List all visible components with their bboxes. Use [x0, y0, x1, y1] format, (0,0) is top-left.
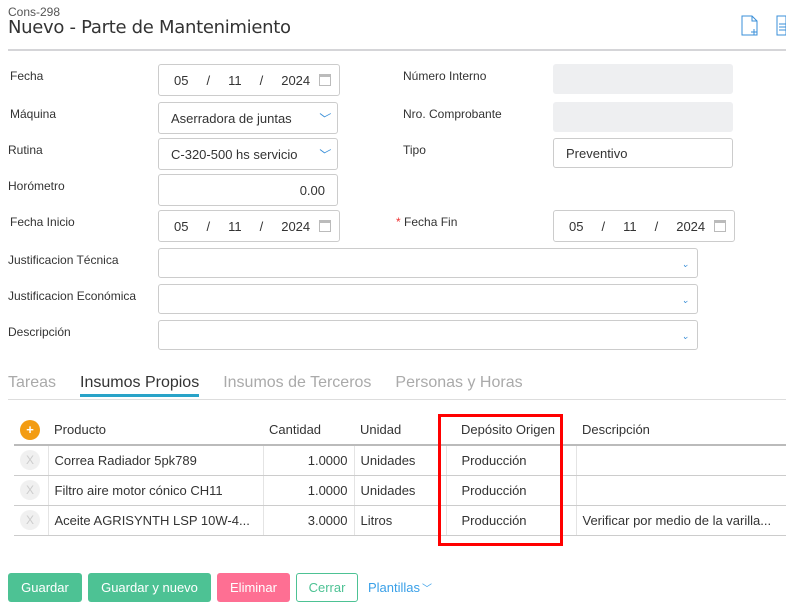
header-divider	[8, 49, 786, 51]
tab-personas-horas[interactable]: Personas y Horas	[395, 374, 522, 397]
sep: /	[206, 72, 211, 88]
cerrar-button[interactable]: Cerrar	[296, 573, 358, 602]
fecha-input[interactable]: 05 / 11 / 2024	[158, 64, 340, 96]
table-header: + Producto Cantidad Unidad Depósito Orig…	[14, 415, 786, 446]
just-economica-label: Justificacion Económica	[8, 289, 137, 303]
cell-cantidad[interactable]: 3.0000	[262, 505, 354, 536]
tab-insumos-propios[interactable]: Insumos Propios	[80, 374, 200, 397]
month: 11	[623, 218, 637, 234]
just-tecnica-label: Justificacion Técnica	[8, 253, 119, 267]
add-row-icon[interactable]: +	[20, 419, 40, 440]
maquina-select[interactable]: Aserradora de juntas ﹀	[158, 102, 338, 134]
fecha-inicio-label: Fecha Inicio	[10, 215, 75, 229]
nro-comprobante-label: Nro. Comprobante	[403, 107, 502, 121]
cell-descripcion[interactable]	[575, 475, 786, 506]
maquina-value: Aserradora de juntas	[171, 110, 292, 126]
just-economica-select[interactable]: ⌄	[158, 284, 698, 314]
new-document-icon[interactable]	[741, 15, 759, 36]
descripcion-select[interactable]: ⌄	[158, 320, 698, 350]
sep: /	[654, 218, 659, 234]
fecha-label: Fecha	[10, 69, 44, 83]
day: 05	[174, 218, 189, 234]
plantillas-label: Plantillas	[368, 580, 421, 595]
chevron-down-icon: ﹀	[316, 112, 329, 126]
required-marker: *	[396, 215, 401, 229]
numero-interno-input[interactable]	[553, 64, 733, 94]
numero-interno-label: Número Interno	[403, 69, 487, 83]
sep: /	[206, 218, 211, 234]
calendar-icon[interactable]	[319, 220, 331, 232]
month: 11	[228, 218, 242, 234]
horometro-input[interactable]: 0.00	[158, 174, 338, 206]
descripcion-label: Descripción	[8, 325, 71, 339]
cell-producto[interactable]: Filtro aire motor cónico CH11	[47, 475, 263, 506]
day: 05	[174, 72, 189, 88]
guardar-button[interactable]: Guardar	[8, 573, 82, 602]
tipo-value: Preventivo	[566, 145, 628, 161]
rutina-value: C-320-500 hs servicio	[171, 146, 298, 162]
col-descripcion: Descripción	[576, 415, 786, 446]
table-row: X Correa Radiador 5pk789 1.0000 Unidades…	[14, 445, 786, 476]
cell-cantidad[interactable]: 1.0000	[262, 475, 354, 506]
cell-cantidad[interactable]: 1.0000	[262, 445, 354, 476]
year: 2024	[281, 218, 311, 234]
tipo-input[interactable]: Preventivo	[553, 138, 733, 168]
cell-producto[interactable]: Aceite AGRISYNTH LSP 10W-4...	[47, 505, 263, 536]
fecha-inicio-input[interactable]: 05 / 11 / 2024	[158, 210, 340, 242]
eliminar-button[interactable]: Eliminar	[217, 573, 290, 602]
highlight-box	[438, 414, 563, 546]
tabs: Tareas Insumos Propios Insumos de Tercer…	[8, 374, 523, 397]
tipo-label: Tipo	[403, 143, 426, 157]
chevron-down-icon: ⌄	[681, 259, 689, 269]
horometro-value: 0.00	[299, 182, 325, 198]
horometro-label: Horómetro	[8, 179, 65, 193]
remove-row-icon[interactable]: X	[20, 480, 40, 500]
just-tecnica-select[interactable]: ⌄	[158, 248, 698, 278]
tab-divider	[8, 399, 786, 400]
chevron-down-icon: ﹀	[316, 148, 329, 162]
cell-producto[interactable]: Correa Radiador 5pk789	[47, 445, 263, 476]
year: 2024	[281, 72, 311, 88]
col-unidad: Unidad	[354, 415, 446, 446]
nro-comprobante-input[interactable]	[553, 102, 733, 132]
chevron-down-icon: ﹀	[422, 584, 433, 595]
fecha-fin-input[interactable]: 05 / 11 / 2024	[553, 210, 735, 242]
chevron-down-icon: ⌄	[681, 295, 689, 305]
remove-row-icon[interactable]: X	[20, 450, 40, 471]
rutina-select[interactable]: C-320-500 hs servicio ﹀	[158, 138, 338, 170]
sep: /	[259, 72, 264, 88]
tab-tareas[interactable]: Tareas	[8, 374, 56, 397]
sep: /	[259, 218, 264, 234]
cell-unidad[interactable]: Unidades	[353, 475, 446, 506]
fecha-fin-text: Fecha Fin	[404, 215, 458, 229]
rutina-label: Rutina	[8, 143, 43, 157]
chevron-down-icon: ⌄	[681, 331, 689, 341]
fecha-fin-label: * Fecha Fin	[396, 215, 457, 229]
col-cantidad: Cantidad	[263, 415, 354, 446]
day: 05	[569, 218, 584, 234]
col-producto: Producto	[48, 415, 263, 446]
cell-unidad[interactable]: Unidades	[353, 445, 446, 476]
cell-descripcion[interactable]	[575, 445, 786, 476]
month: 11	[228, 72, 242, 88]
calendar-icon[interactable]	[714, 220, 726, 232]
document-list-icon[interactable]	[776, 15, 786, 36]
remove-row-icon[interactable]: X	[20, 510, 40, 530]
year: 2024	[676, 218, 706, 234]
calendar-icon[interactable]	[319, 74, 331, 86]
guardar-nuevo-button[interactable]: Guardar y nuevo	[88, 573, 211, 602]
table-row: X Filtro aire motor cónico CH11 1.0000 U…	[14, 475, 786, 506]
sep: /	[601, 218, 606, 234]
tab-insumos-terceros[interactable]: Insumos de Terceros	[223, 374, 371, 397]
table-row: X Aceite AGRISYNTH LSP 10W-4... 3.0000 L…	[14, 505, 786, 536]
page-title: Nuevo - Parte de Mantenimiento	[8, 17, 291, 38]
cell-unidad[interactable]: Litros	[353, 505, 446, 536]
plantillas-dropdown[interactable]: Plantillas ﹀	[368, 573, 432, 602]
maquina-label: Máquina	[10, 107, 57, 121]
insumos-table: + Producto Cantidad Unidad Depósito Orig…	[14, 415, 786, 536]
cell-descripcion[interactable]: Verificar por medio de la varilla...	[575, 505, 786, 536]
